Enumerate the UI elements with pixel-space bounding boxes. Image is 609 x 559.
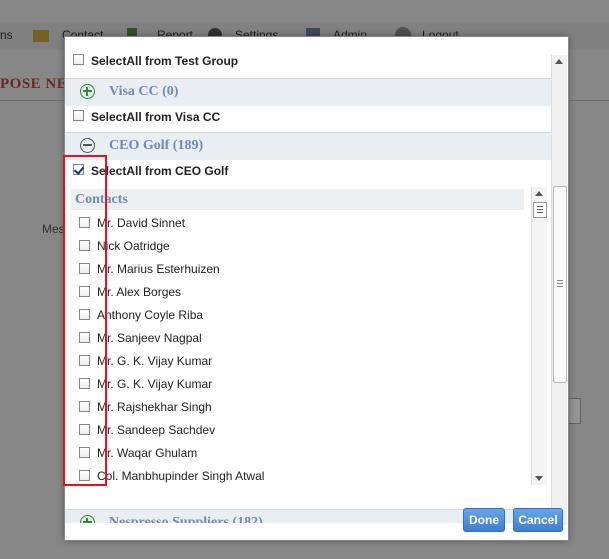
group-name-ceo-golf: CEO Golf (189) [109,138,204,153]
group-name-visa-cc: Visa CC (0) [109,84,179,99]
contacts-header-label: Contacts [75,192,128,207]
contact-row[interactable]: Mr. Rajshekhar Singh [71,396,521,419]
select-all-test-group-row[interactable]: SelectAll from Test Group [65,49,552,72]
contact-checkbox[interactable] [79,401,90,412]
contact-checkbox[interactable] [79,447,90,458]
contact-name: Nick Oatridge [97,239,170,253]
group-header-visa-cc[interactable]: Visa CC (0) [65,78,552,106]
contact-checkbox[interactable] [79,286,90,297]
select-all-test-group-checkbox[interactable] [73,54,84,65]
select-all-ceo-golf-row[interactable]: SelectAll from CEO Golf [65,159,552,182]
contact-name: Mr. G. K. Vijay Kumar [97,377,213,391]
contact-checkbox[interactable] [79,332,90,343]
contact-checkbox[interactable] [79,470,90,481]
select-all-visa-cc-row[interactable]: SelectAll from Visa CC [65,105,552,128]
done-button[interactable]: Done [463,508,505,532]
contact-name: Mr. Rajshekhar Singh [97,400,212,414]
group-header-ceo-golf[interactable]: CEO Golf (189) [65,132,552,160]
select-all-ceo-golf-checkbox[interactable] [73,164,84,175]
contact-row[interactable]: Col. Manbhupinder Singh Atwal [71,465,521,488]
contact-name: Mr. Marius Esterhuizen [97,262,220,276]
dialog-scrollbar[interactable] [551,55,567,525]
contact-name: Mr. Sanjeev Nagpal [97,331,202,345]
select-all-visa-cc-checkbox[interactable] [73,110,84,121]
select-all-test-group-label: SelectAll from Test Group [91,54,239,68]
contact-row[interactable]: Mr. Alex Borges [71,281,521,304]
select-all-visa-cc-label: SelectAll from Visa CC [91,110,221,124]
scroll-down-arrow-icon[interactable] [535,476,543,481]
contact-checkbox[interactable] [79,355,90,366]
contact-checkbox[interactable] [79,240,90,251]
contact-name: Col. Manbhupinder Singh Atwal [97,469,265,483]
contact-row[interactable]: Mr. Sanjeev Nagpal [71,327,521,350]
contact-checkbox[interactable] [79,263,90,274]
contact-row[interactable]: Nick Oatridge [71,235,521,258]
contacts-scroll-thumb[interactable] [533,202,547,218]
collapse-minus-icon[interactable] [80,138,95,153]
contact-row[interactable]: Anthony Coyle Riba [71,304,521,327]
groups-scroll-area[interactable]: SelectAll from Test Group Visa CC (0) Se… [65,49,552,523]
contacts-list-panel[interactable]: Contacts Mr. David Sinnet Nick Oatridge Mr… [71,187,551,489]
scroll-up-arrow-icon[interactable] [555,59,563,64]
contact-checkbox[interactable] [79,309,90,320]
contact-row[interactable]: Mr. Waqar Ghulam [71,442,521,465]
contact-row[interactable]: Mr. G. K. Vijay Kumar [71,350,521,373]
group-select-dialog: SelectAll from Test Group Visa CC (0) Se… [64,36,569,541]
expand-plus-icon[interactable] [80,515,95,523]
contact-row[interactable]: Mr. David Sinnet [71,212,521,235]
contact-checkbox[interactable] [79,378,90,389]
dialog-scroll-thumb[interactable] [553,186,567,383]
contact-name: Mr. G. K. Vijay Kumar [97,354,213,368]
contact-name: Mr. David Sinnet [97,216,186,230]
contact-checkbox[interactable] [79,424,90,435]
contact-row[interactable]: Mr. G. K. Vijay Kumar [71,373,521,396]
contact-row[interactable]: Mr. Sandeep Sachdev [71,419,521,442]
contact-row[interactable]: Mr. Marius Esterhuizen [71,258,521,281]
contacts-scrollbar[interactable] [531,187,547,485]
contact-checkbox[interactable] [79,217,90,228]
select-all-ceo-golf-label: SelectAll from CEO Golf [91,164,229,178]
contact-name: Mr. Alex Borges [97,285,182,299]
contact-name: Mr. Sandeep Sachdev [97,423,216,437]
group-name-partial: Nespresso Suppliers (182) [109,515,263,523]
contact-name: Mr. Waqar Ghulam [97,446,198,460]
contact-name: Anthony Coyle Riba [97,308,204,322]
scroll-up-arrow-icon[interactable] [535,191,543,196]
expand-plus-icon[interactable] [80,84,95,99]
cancel-button[interactable]: Cancel [513,508,563,532]
contacts-header: Contacts [71,189,524,210]
